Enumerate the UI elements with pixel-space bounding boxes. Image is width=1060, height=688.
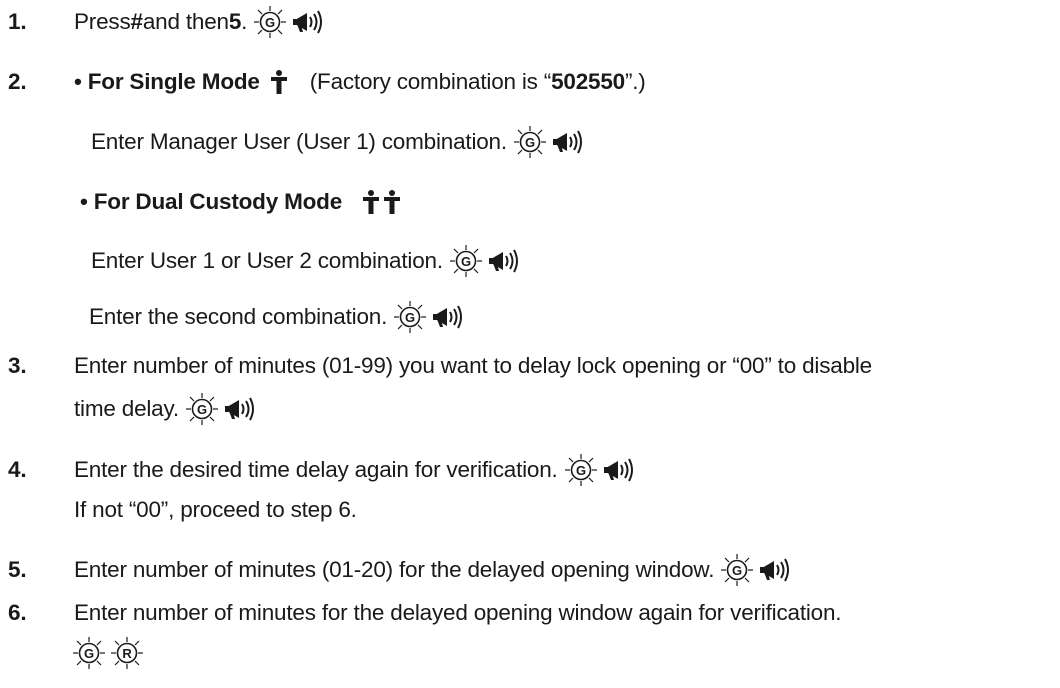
step-text: . [241, 9, 248, 34]
step-text: Enter Manager User (User 1) combination. [91, 129, 507, 154]
step-number: 3. [8, 353, 27, 378]
factory-combination: 502550 [551, 69, 625, 94]
key-five: 5 [228, 9, 242, 34]
beep-horn-icon [223, 396, 257, 422]
step-text: Press [74, 9, 131, 34]
step-number: 5. [8, 557, 27, 582]
dual-mode-heading: • For Dual Custody Mode [80, 185, 401, 219]
person-icon [362, 190, 380, 214]
beep-horn-icon [758, 557, 792, 583]
step-text: and then [142, 9, 229, 34]
step-number: 4. [8, 457, 27, 482]
step-4-note: If not “00”, proceed to step 6. [74, 493, 357, 527]
beep-horn-icon [431, 304, 465, 330]
step-text: Enter User 1 or User 2 combination. [91, 248, 443, 273]
green-led-icon: G [185, 392, 219, 426]
step-text: Enter number of minutes for the delayed … [74, 600, 842, 625]
beep-horn-icon [602, 457, 636, 483]
single-mode-instruction: Enter Manager User (User 1) combination.… [91, 125, 585, 159]
step-number: 2. [8, 69, 27, 94]
single-mode-title: • For Single Mode [74, 69, 260, 94]
step-number: 1. [8, 9, 27, 34]
led-letter: G [576, 463, 586, 478]
beep-horn-icon [551, 129, 585, 155]
green-led-icon: G [449, 244, 483, 278]
dual-mode-instruction-1: Enter User 1 or User 2 combination. G [91, 244, 521, 278]
green-led-icon: G [513, 125, 547, 159]
beep-horn-icon [291, 9, 325, 35]
person-icon [383, 190, 401, 214]
step-text: Enter the second combination. [89, 304, 388, 329]
led-letter: G [84, 646, 94, 661]
beep-horn-icon [487, 248, 521, 274]
dual-mode-title: • For Dual Custody Mode [80, 189, 343, 214]
step-text: time delay. [74, 396, 179, 421]
red-led-icon: R [110, 636, 144, 670]
step-text: Enter number of minutes (01-99) you want… [74, 353, 872, 378]
hash-key: # [130, 9, 144, 34]
green-led-icon: G [72, 636, 106, 670]
green-led-icon: G [564, 453, 598, 487]
factory-note-prefix: (Factory combination is “ [309, 69, 552, 94]
factory-note-suffix: ”.) [624, 69, 646, 94]
dual-mode-instruction-2: Enter the second combination. G [89, 300, 465, 334]
led-letter: G [461, 254, 471, 269]
green-led-icon: G [720, 553, 754, 587]
led-letter: R [122, 646, 132, 661]
step-number: 6. [8, 600, 27, 625]
step-3-continuation: time delay. G [74, 392, 257, 426]
person-icon [270, 70, 288, 94]
led-letter: G [265, 15, 275, 30]
step-text: If not “00”, proceed to step 6. [74, 497, 357, 522]
led-letter: G [732, 563, 742, 578]
led-letter: G [405, 310, 415, 325]
step-text: Enter number of minutes (01-20) for the … [74, 557, 715, 582]
led-letter: G [197, 402, 207, 417]
step-text: Enter the desired time delay again for v… [74, 457, 558, 482]
green-led-icon: G [393, 300, 427, 334]
step-6-indicators: G R [72, 636, 144, 670]
led-letter: G [525, 135, 535, 150]
green-led-icon: G [253, 5, 287, 39]
